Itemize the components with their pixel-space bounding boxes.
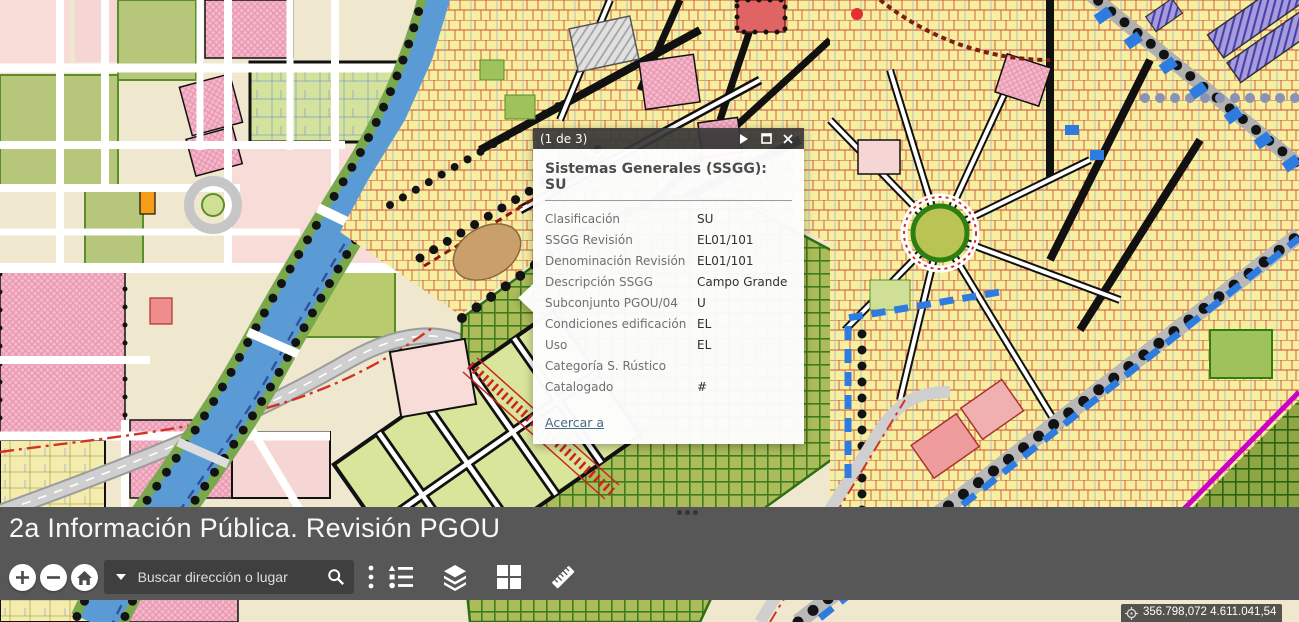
field-row: Denominación RevisiónEL01/101 bbox=[545, 251, 792, 272]
close-icon[interactable] bbox=[779, 131, 797, 147]
feature-popup: (1 de 3) Sistemas Generales (SSGG): SU C… bbox=[533, 128, 804, 444]
field-value: Campo Grande bbox=[697, 272, 787, 293]
field-value: SU bbox=[697, 209, 713, 230]
overflow-menu-button[interactable] bbox=[356, 562, 386, 592]
field-value: U bbox=[697, 293, 706, 314]
field-value: EL bbox=[697, 335, 711, 356]
east-district bbox=[830, 0, 1299, 512]
popup-divider bbox=[545, 200, 792, 201]
plus-icon bbox=[15, 570, 30, 585]
field-row: ClasificaciónSU bbox=[545, 209, 792, 230]
field-label: Denominación Revisión bbox=[545, 251, 697, 272]
basemap-gallery-button[interactable] bbox=[494, 562, 524, 592]
field-value: # bbox=[697, 377, 707, 398]
popup-body: Sistemas Generales (SSGG): SU Clasificac… bbox=[533, 149, 804, 444]
field-value: EL01/101 bbox=[697, 230, 753, 251]
maximize-icon[interactable] bbox=[757, 131, 775, 147]
field-row: Subconjunto PGOU/04U bbox=[545, 293, 792, 314]
app-title: 2a Información Pública. Revisión PGOU bbox=[9, 513, 500, 544]
field-row: Condiciones edificaciónEL bbox=[545, 314, 792, 335]
field-label: Uso bbox=[545, 335, 697, 356]
zoom-in-button[interactable] bbox=[9, 564, 36, 591]
measure-button[interactable] bbox=[548, 562, 578, 592]
search-input[interactable] bbox=[138, 569, 319, 585]
search-dropdown-button[interactable] bbox=[104, 560, 138, 594]
field-row: Categoría S. Rústico bbox=[545, 356, 792, 377]
legend-button[interactable] bbox=[386, 562, 416, 592]
plaza-circular bbox=[913, 206, 967, 260]
chevron-down-icon bbox=[116, 574, 126, 580]
search-box bbox=[104, 560, 354, 594]
field-value: EL01/101 bbox=[697, 251, 753, 272]
field-label: Categoría S. Rústico bbox=[545, 356, 697, 377]
field-row: Catalogado# bbox=[545, 377, 792, 398]
minus-icon bbox=[46, 570, 61, 585]
panel-collapse-handle[interactable] bbox=[670, 510, 704, 520]
search-icon bbox=[327, 568, 345, 586]
layers-icon bbox=[441, 563, 469, 591]
zoom-out-button[interactable] bbox=[40, 564, 67, 591]
home-button[interactable] bbox=[71, 564, 98, 591]
field-label: Clasificación bbox=[545, 209, 697, 230]
field-label: Subconjunto PGOU/04 bbox=[545, 293, 697, 314]
field-row: SSGG RevisiónEL01/101 bbox=[545, 230, 792, 251]
measure-ruler-icon bbox=[548, 562, 578, 592]
legend-icon bbox=[387, 563, 415, 591]
popup-pager: (1 de 3) bbox=[540, 132, 587, 146]
next-feature-icon[interactable] bbox=[735, 131, 753, 147]
zoom-to-link[interactable]: Acercar a bbox=[545, 415, 604, 430]
popup-header[interactable]: (1 de 3) bbox=[533, 128, 804, 149]
crosshair-icon[interactable] bbox=[1125, 607, 1138, 622]
popup-pointer bbox=[518, 284, 533, 312]
field-row: Descripción SSGGCampo Grande bbox=[545, 272, 792, 293]
search-button[interactable] bbox=[319, 560, 354, 594]
kebab-icon bbox=[368, 565, 374, 589]
coordinates-text: 356.798,072 4.611.041,54 bbox=[1143, 606, 1276, 618]
field-label: Condiciones edificación bbox=[545, 314, 697, 335]
field-row: UsoEL bbox=[545, 335, 792, 356]
layers-button[interactable] bbox=[440, 562, 470, 592]
field-label: Descripción SSGG bbox=[545, 272, 697, 293]
field-value: EL bbox=[697, 314, 711, 335]
popup-title: Sistemas Generales (SSGG): SU bbox=[545, 158, 792, 200]
coordinates-widget: 356.798,072 4.611.041,54 bbox=[1121, 604, 1282, 622]
field-label: SSGG Revisión bbox=[545, 230, 697, 251]
basemap-grid-icon bbox=[496, 564, 522, 590]
field-label: Catalogado bbox=[545, 377, 697, 398]
app-root: { "app": { "title": "2a Información Públ… bbox=[0, 0, 1299, 622]
home-icon bbox=[76, 570, 93, 586]
footer-panel: 2a Información Pública. Revisión PGOU bbox=[0, 507, 1299, 600]
